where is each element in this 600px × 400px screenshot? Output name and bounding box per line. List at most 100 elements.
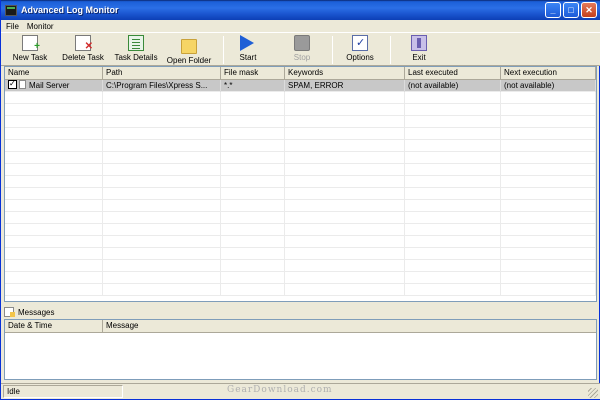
empty-cell <box>285 140 405 152</box>
empty-cell <box>501 200 596 212</box>
toolbar-separator <box>223 36 224 64</box>
menu-monitor[interactable]: Monitor <box>27 22 54 31</box>
maximize-button[interactable]: □ <box>563 2 579 18</box>
open-folder-label: Open Folder <box>166 56 212 65</box>
empty-cell <box>405 104 501 116</box>
task-table-header: Name Path File mask Keywords Last execut… <box>5 67 596 80</box>
empty-cell <box>285 116 405 128</box>
empty-table-row <box>5 164 596 176</box>
empty-cell <box>103 236 221 248</box>
empty-table-row <box>5 104 596 116</box>
empty-cell <box>221 92 285 104</box>
new-task-button[interactable]: + New Task <box>9 35 51 65</box>
delete-document-icon: ✕ <box>75 35 93 52</box>
title-bar[interactable]: Advanced Log Monitor _ □ ✕ <box>1 0 600 20</box>
column-header-next-execution[interactable]: Next execution <box>501 67 596 80</box>
empty-cell <box>103 92 221 104</box>
empty-cell <box>501 140 596 152</box>
column-header-date-time[interactable]: Date & Time <box>5 320 103 333</box>
table-row[interactable]: Mail Server C:\Program Files\Xpress S...… <box>5 80 596 92</box>
empty-cell <box>285 164 405 176</box>
empty-cell <box>405 248 501 260</box>
task-enabled-checkbox[interactable] <box>8 80 17 89</box>
empty-table-row <box>5 152 596 164</box>
task-details-button[interactable]: Task Details <box>111 35 161 65</box>
empty-cell <box>501 116 596 128</box>
delete-task-label: Delete Task <box>62 53 104 62</box>
empty-cell <box>285 272 405 284</box>
empty-table-row <box>5 248 596 260</box>
empty-cell <box>501 92 596 104</box>
cell-next-execution: (not available) <box>501 80 596 92</box>
empty-cell <box>221 212 285 224</box>
empty-table-row <box>5 176 596 188</box>
task-table[interactable]: Name Path File mask Keywords Last execut… <box>4 66 597 302</box>
cell-name: Mail Server <box>5 80 103 92</box>
empty-cell <box>285 200 405 212</box>
empty-cell <box>221 200 285 212</box>
close-button[interactable]: ✕ <box>581 2 597 18</box>
empty-cell <box>285 236 405 248</box>
resize-grip[interactable] <box>588 388 598 398</box>
empty-cell <box>103 272 221 284</box>
empty-cell <box>405 236 501 248</box>
empty-table-row <box>5 224 596 236</box>
empty-cell <box>285 260 405 272</box>
empty-cell <box>501 128 596 140</box>
empty-cell <box>405 92 501 104</box>
empty-cell <box>103 200 221 212</box>
cell-file-mask: *.* <box>221 80 285 92</box>
empty-cell <box>501 104 596 116</box>
empty-cell <box>5 248 103 260</box>
empty-cell <box>405 212 501 224</box>
stop-button[interactable]: Stop <box>287 35 317 65</box>
empty-cell <box>501 224 596 236</box>
empty-table-row <box>5 272 596 284</box>
column-header-path[interactable]: Path <box>103 67 221 80</box>
column-header-keywords[interactable]: Keywords <box>285 67 405 80</box>
empty-table-row <box>5 284 596 296</box>
empty-cell <box>221 104 285 116</box>
empty-cell <box>5 272 103 284</box>
task-details-label: Task Details <box>114 53 158 62</box>
column-header-file-mask[interactable]: File mask <box>221 67 285 80</box>
empty-cell <box>285 284 405 296</box>
window-controls: _ □ ✕ <box>545 2 597 18</box>
empty-cell <box>405 200 501 212</box>
empty-table-row <box>5 140 596 152</box>
empty-cell <box>103 128 221 140</box>
minimize-button[interactable]: _ <box>545 2 561 18</box>
empty-cell <box>221 236 285 248</box>
folder-icon <box>181 39 197 54</box>
empty-cell <box>5 116 103 128</box>
empty-cell <box>221 188 285 200</box>
details-list-icon <box>128 35 144 51</box>
exit-button[interactable]: Exit <box>404 35 434 65</box>
empty-cell <box>405 260 501 272</box>
delete-task-button[interactable]: ✕ Delete Task <box>58 35 108 65</box>
messages-table-header: Date & Time Message <box>5 320 596 333</box>
messages-table[interactable]: Date & Time Message <box>4 319 597 380</box>
menu-file[interactable]: File <box>6 22 19 31</box>
empty-cell <box>501 176 596 188</box>
empty-table-row <box>5 236 596 248</box>
play-icon <box>240 35 256 51</box>
options-button[interactable]: Options <box>342 35 378 65</box>
column-header-message[interactable]: Message <box>103 320 596 333</box>
start-button[interactable]: Start <box>233 35 263 65</box>
empty-cell <box>103 152 221 164</box>
empty-cell <box>103 140 221 152</box>
empty-cell <box>221 248 285 260</box>
column-header-name[interactable]: Name <box>5 67 103 80</box>
open-folder-button[interactable]: Open Folder <box>163 35 215 65</box>
empty-cell <box>285 152 405 164</box>
empty-cell <box>221 272 285 284</box>
watermark-text: GearDownload.com <box>227 385 333 395</box>
column-header-last-executed[interactable]: Last executed <box>405 67 501 80</box>
empty-cell <box>405 188 501 200</box>
menu-bar: File Monitor <box>1 20 600 32</box>
empty-cell <box>501 152 596 164</box>
stop-label: Stop <box>293 53 311 62</box>
empty-cell <box>221 152 285 164</box>
empty-cell <box>103 116 221 128</box>
